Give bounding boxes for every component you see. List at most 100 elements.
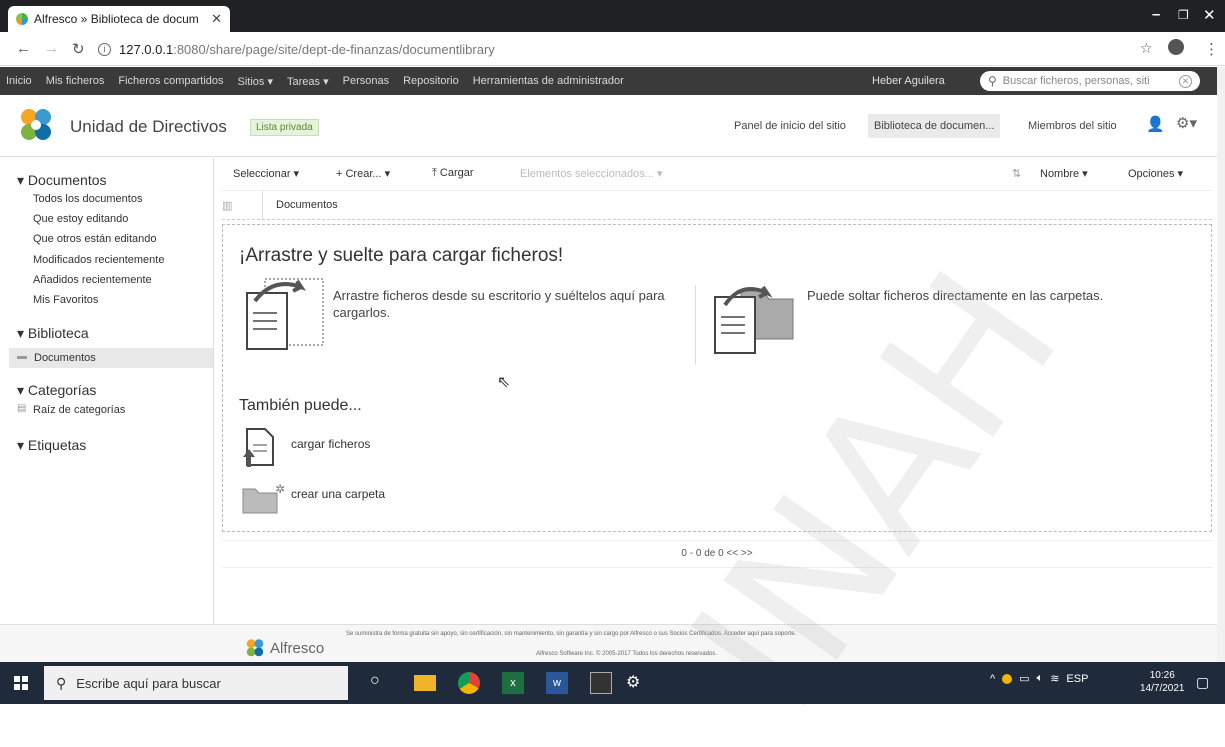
filter-all-documents[interactable]: Todos los documentos (33, 193, 142, 205)
word-icon[interactable]: w (546, 672, 568, 694)
back-icon[interactable]: ← (16, 40, 31, 57)
footer-logo: Alfresco (244, 637, 324, 659)
tray-expand-icon[interactable]: ^ (990, 673, 995, 685)
user-menu[interactable]: Heber Aguilera (872, 75, 945, 87)
selected-items-menu[interactable]: Elementos seleccionados... ▾ (520, 167, 662, 180)
alfresco-favicon-icon (16, 13, 28, 25)
file-explorer-icon[interactable] (414, 675, 436, 691)
nav-personas[interactable]: Personas (336, 75, 396, 87)
sort-direction-icon[interactable]: ⇅ (1012, 167, 1021, 180)
address-bar: ← → ↻ i 127.0.0.1 :8080/share/page/site/… (0, 32, 1225, 66)
pagination[interactable]: 0 - 0 de 0 << >> (222, 540, 1212, 568)
filter-recently-modified[interactable]: Modificados recientemente (33, 254, 164, 266)
settings-gear-icon[interactable]: ⚙ (626, 672, 648, 694)
category-icon: ▤ (17, 403, 27, 414)
filter-editing-me[interactable]: Que estoy editando (33, 213, 128, 225)
also-can-heading: También puede... (239, 397, 362, 414)
upload-button[interactable]: ⤒ Cargar (432, 167, 474, 180)
wifi-icon[interactable]: ≋ (1050, 672, 1059, 685)
folder-tree-icon[interactable]: ▥ (222, 199, 232, 212)
windows-start-icon[interactable] (14, 676, 28, 690)
doclib-toolbar: Seleccionar ▾ + Crear... ▾ ⤒ Cargar Elem… (222, 158, 1212, 188)
nav-mis-ficheros[interactable]: Mis ficheros (39, 75, 112, 87)
footer-copyright: Alfresco Software Inc. © 2005-2017 Todos… (536, 651, 718, 657)
group-documentos[interactable]: ▾ Documentos (17, 172, 107, 189)
url-field[interactable]: i 127.0.0.1 :8080/share/page/site/dept-d… (98, 38, 1108, 60)
filter-editing-others[interactable]: Que otros están editando (33, 233, 157, 245)
notifications-icon[interactable]: ▢ (1196, 674, 1209, 691)
gear-icon[interactable]: ⚙▾ (1176, 114, 1197, 132)
page-scrollbar[interactable] (1217, 67, 1225, 662)
site-title: Unidad de Directivos (70, 117, 227, 136)
bookmark-star-icon[interactable]: ☆ (1140, 40, 1153, 57)
browser-tab[interactable]: Alfresco » Biblioteca de docum ✕ (8, 6, 230, 32)
nav-repositorio[interactable]: Repositorio (396, 75, 466, 87)
nav-inicio[interactable]: Inicio (0, 75, 39, 87)
dropzone-divider (695, 285, 696, 365)
dropzone-folder-text: Puede soltar ficheros directamente en la… (807, 288, 1104, 303)
category-root[interactable]: Raíz de categorías (33, 404, 125, 416)
menu-kebab-icon[interactable]: ⋮ (1204, 40, 1219, 58)
library-documents-item[interactable]: ▬ Documentos (9, 348, 213, 368)
profile-icon[interactable] (1168, 39, 1184, 55)
drag-files-icon (246, 278, 324, 350)
filter-favorites[interactable]: Mis Favoritos (33, 294, 98, 306)
taskbar-search-icon: ⚲ (56, 674, 67, 691)
volume-icon[interactable]: 🔈︎ (1037, 672, 1044, 685)
upload-drop-zone[interactable]: ¡Arrastre y suelte para cargar ficheros!… (222, 224, 1212, 532)
filter-recently-added[interactable]: Añadidos recientemente (33, 274, 152, 286)
dropzone-desktop-text: Arrastre ficheros desde su escritorio y … (333, 288, 665, 320)
group-etiquetas[interactable]: ▾ Etiquetas (17, 437, 86, 454)
nav-ficheros-compartidos[interactable]: Ficheros compartidos (111, 75, 230, 87)
create-menu[interactable]: + Crear... ▾ (336, 167, 390, 180)
library-documents-label: Documentos (34, 352, 96, 364)
minimize-icon[interactable]: – (1152, 6, 1160, 23)
nav-sitios[interactable]: Sitios ▾ (231, 75, 280, 88)
clear-search-icon[interactable]: ✕ (1179, 74, 1192, 88)
options-menu[interactable]: Opciones ▾ (1128, 167, 1183, 180)
dropzone-title: ¡Arrastre y suelte para cargar ficheros! (239, 245, 564, 266)
site-members-link[interactable]: Miembros del sitio (1028, 120, 1117, 132)
sort-field-menu[interactable]: Nombre ▾ (1040, 167, 1088, 180)
forward-icon[interactable]: → (44, 40, 59, 57)
cortana-icon[interactable]: ○ (370, 672, 392, 694)
info-icon[interactable]: i (98, 42, 111, 56)
language-indicator[interactable]: ESP (1066, 673, 1088, 685)
search-placeholder: Buscar ficheros, personas, siti (1002, 75, 1150, 87)
create-folder-icon[interactable]: ✲ (241, 481, 285, 515)
mouse-cursor-icon: ⇖ (497, 374, 511, 391)
add-user-icon[interactable]: 👤 (1146, 115, 1165, 133)
taskbar-search-placeholder: Escribe aquí para buscar (76, 675, 221, 691)
footer-alfresco-logo-icon (246, 639, 264, 657)
close-window-icon[interactable]: ✕ (1203, 6, 1216, 24)
close-tab-icon[interactable]: ✕ (211, 11, 222, 27)
restore-icon[interactable]: ❐ (1178, 8, 1189, 22)
select-menu[interactable]: Seleccionar ▾ (233, 167, 299, 180)
reload-icon[interactable]: ↻ (72, 40, 85, 58)
excel-icon[interactable]: x (502, 672, 524, 694)
browser-tab-bar: Alfresco » Biblioteca de docum ✕ – ❐ ✕ (0, 0, 1225, 32)
upload-files-link[interactable]: cargar ficheros (291, 437, 370, 451)
nav-tareas[interactable]: Tareas ▾ (280, 75, 336, 88)
terminal-icon[interactable] (590, 672, 612, 694)
footer-brand: Alfresco (270, 639, 325, 657)
chrome-icon[interactable] (458, 672, 480, 694)
alfresco-logo-icon (21, 109, 51, 140)
create-folder-link[interactable]: crear una carpeta (291, 487, 385, 501)
document-library-link[interactable]: Biblioteca de documen... (868, 114, 1001, 138)
upload-file-icon[interactable] (241, 427, 277, 469)
taskbar-search-input[interactable]: ⚲ Escribe aquí para buscar (44, 666, 348, 700)
url-host: 127.0.0.1 (119, 41, 174, 57)
breadcrumb-divider (262, 191, 263, 219)
search-input[interactable]: ⚲ Buscar ficheros, personas, siti ✕ (980, 71, 1200, 91)
site-dashboard-link[interactable]: Panel de inicio del sitio (734, 120, 846, 132)
battery-icon[interactable]: ▭ (1019, 672, 1029, 685)
group-categorias[interactable]: ▾ Categorías (17, 382, 96, 399)
group-biblioteca[interactable]: ▾ Biblioteca (17, 325, 89, 342)
nav-herramientas[interactable]: Herramientas de administrador (466, 75, 631, 87)
breadcrumb-current: Documentos (276, 199, 338, 211)
url-path: :8080/share/page/site/dept-de-finanzas/d… (173, 41, 495, 57)
taskbar-clock[interactable]: 10:26 14/7/2021 (1140, 669, 1185, 695)
clock-time: 10:26 (1149, 670, 1175, 681)
tray-app-icon[interactable] (1002, 673, 1013, 684)
